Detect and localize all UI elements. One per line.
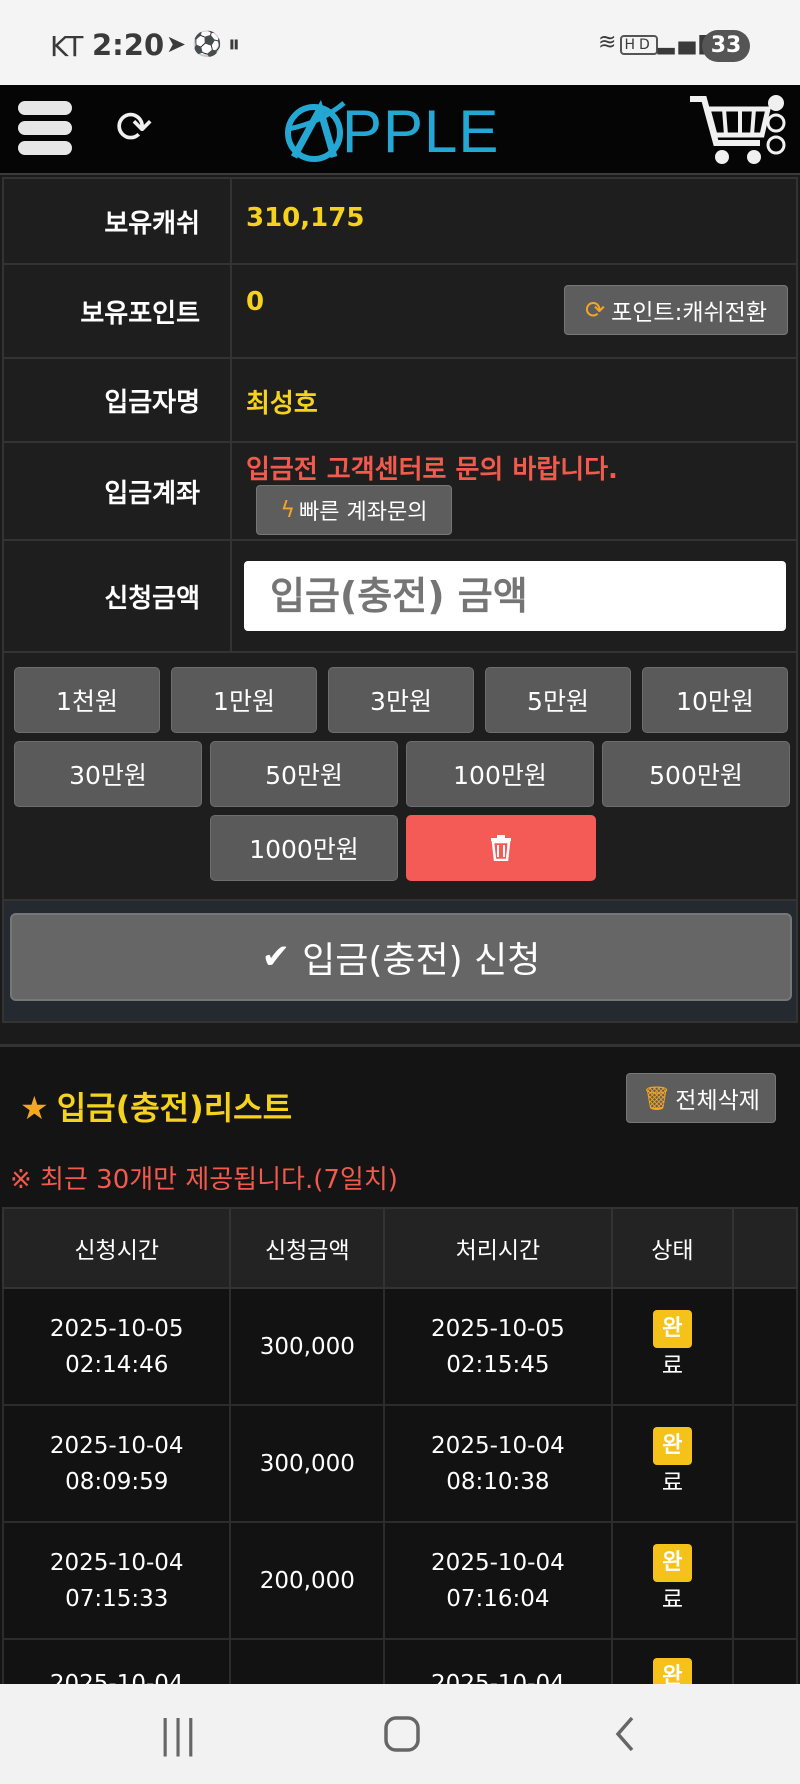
- pause-icon: ⏸: [228, 30, 246, 58]
- column-header-empty: [732, 1207, 798, 1289]
- table-row: 2025-10-04 08:09:59 300,000 2025-10-04 08:…: [1, 1404, 798, 1523]
- cash-value: 310,175: [246, 203, 365, 233]
- home-icon[interactable]: [372, 1714, 432, 1754]
- logo[interactable]: PPLE: [280, 95, 530, 167]
- process-time-cell: 2025-10-04 08:10:38: [383, 1404, 613, 1523]
- app-header: ⟳ PPLE: [0, 85, 800, 175]
- carrier-label: KT: [50, 30, 84, 63]
- deposit-history-table: 신청시간 신청금액 처리시간 상태 2025-10-05 02:14:46 300…: [1, 1207, 798, 1757]
- deposit-list-section: ★ 입금(충전)리스트 🗑 전체삭제 ※ 최근 30개만 제공됩니다.(7일치) …: [0, 1044, 800, 1757]
- recent-apps-icon[interactable]: |||: [148, 1714, 208, 1754]
- deposit-list-title: ★ 입금(충전)리스트: [20, 1083, 292, 1129]
- status-badge-tail: 료: [661, 1586, 683, 1613]
- cash-row: 보유캐쉬 310,175: [4, 179, 796, 265]
- status-cell: 완료: [610, 1404, 735, 1523]
- telegram-icon: ➤: [166, 30, 193, 58]
- point-convert-button[interactable]: ⟳ 포인트:캐쉬전환: [564, 285, 788, 335]
- amount-button-10m[interactable]: 1000만원: [210, 815, 398, 881]
- wifi-icon: ≋: [598, 30, 621, 55]
- account-notice: 입금전 고객센터로 문의 바랍니다.: [246, 455, 618, 485]
- refresh-icon: ⟳: [585, 296, 606, 324]
- status-badge: 완: [653, 1309, 692, 1348]
- back-icon[interactable]: [596, 1714, 656, 1754]
- check-icon: ✔: [261, 937, 291, 977]
- request-time-cell: 2025-10-04 07:15:33: [1, 1521, 232, 1640]
- cart-icon[interactable]: [688, 91, 788, 169]
- empty-cell: [732, 1287, 798, 1406]
- depositor-value: 최성호: [246, 389, 318, 419]
- trash-icon: [491, 835, 511, 861]
- amount-button-300k[interactable]: 30만원: [14, 741, 202, 807]
- trash-icon: 🗑: [642, 1085, 672, 1112]
- table-row: 2025-10-04 07:15:33 200,000 2025-10-04 07:…: [1, 1521, 798, 1640]
- amount-input[interactable]: [244, 561, 786, 631]
- process-time-cell: 2025-10-05 02:15:45: [383, 1287, 613, 1406]
- column-header: 처리시간: [383, 1207, 613, 1289]
- deposit-submit-label: 입금(충전) 신청: [302, 940, 541, 981]
- amount-button-5m[interactable]: 500만원: [602, 741, 790, 807]
- star-icon: ★: [20, 1089, 49, 1127]
- refresh-icon[interactable]: ⟳: [112, 103, 156, 153]
- account-inquiry-button[interactable]: ϟ 빠른 계좌문의: [256, 485, 452, 535]
- delete-all-label: 전체삭제: [675, 1088, 760, 1114]
- deposit-submit-button[interactable]: ✔ 입금(충전) 신청: [10, 913, 792, 1001]
- status-bar: KT 2:20 ➤⚽⏸ ≋ HD ▂▄▆ 33: [0, 0, 800, 85]
- quick-amount-buttons: 1천원 1만원 3만원 5만원 10만원 30만원 50만원 100만원 500…: [4, 653, 796, 901]
- status-badge: 완: [653, 1426, 692, 1465]
- logo-emblem-icon: [285, 99, 346, 162]
- menu-icon[interactable]: [18, 101, 72, 159]
- account-row: 입금계좌 입금전 고객센터로 문의 바랍니다. ϟ 빠른 계좌문의: [4, 443, 796, 541]
- notification-icons: ➤⚽⏸: [166, 30, 246, 58]
- amount-cell: 200,000: [229, 1521, 386, 1640]
- amount-cell: 300,000: [229, 1404, 386, 1523]
- battery-icon: 33: [702, 30, 750, 62]
- column-header: 신청시간: [1, 1207, 232, 1289]
- point-row: 보유포인트 0 ⟳ 포인트:캐쉬전환: [4, 265, 796, 359]
- account-label: 입금계좌: [4, 443, 232, 539]
- cash-label: 보유캐쉬: [4, 179, 232, 263]
- amount-button-10k[interactable]: 1만원: [171, 667, 317, 733]
- point-value: 0: [246, 287, 265, 317]
- table-header: 신청시간 신청금액 처리시간 상태: [1, 1207, 798, 1289]
- amount-label: 신청금액: [4, 541, 232, 651]
- logo-text: PPLE: [342, 98, 500, 165]
- amount-button-100k[interactable]: 10만원: [642, 667, 788, 733]
- deposit-form: 보유캐쉬 310,175 보유포인트 0 ⟳ 포인트:캐쉬전환 입금자명 최성호…: [2, 177, 798, 1023]
- clock: 2:20: [92, 28, 165, 62]
- amount-button-50k[interactable]: 5만원: [485, 667, 631, 733]
- delete-all-button[interactable]: 🗑 전체삭제: [626, 1073, 776, 1123]
- amount-button-500k[interactable]: 50만원: [210, 741, 398, 807]
- process-time-cell: 2025-10-04 07:16:04: [383, 1521, 613, 1640]
- amount-button-30k[interactable]: 3만원: [328, 667, 474, 733]
- status-badge: 완: [653, 1543, 692, 1582]
- hd-icon: HD: [620, 35, 658, 55]
- status-cell: 완료: [610, 1521, 735, 1640]
- amount-cell: 300,000: [229, 1287, 386, 1406]
- table-row: 2025-10-05 02:14:46 300,000 2025-10-05 02:…: [1, 1287, 798, 1406]
- bolt-icon: ϟ: [280, 497, 296, 523]
- amount-clear-button[interactable]: [406, 815, 596, 881]
- system-nav-bar: |||: [0, 1684, 800, 1784]
- status-cell: 완료: [610, 1287, 735, 1406]
- account-inquiry-label: 빠른 계좌문의: [299, 500, 428, 525]
- point-convert-label: 포인트:캐쉬전환: [611, 300, 767, 326]
- depositor-row: 입금자명 최성호: [4, 359, 796, 443]
- column-header: 상태: [610, 1207, 735, 1289]
- column-header: 신청금액: [229, 1207, 386, 1289]
- empty-cell: [732, 1404, 798, 1523]
- soccer-icon: ⚽: [192, 30, 228, 58]
- submit-area: ✔ 입금(충전) 신청: [4, 901, 796, 1021]
- amount-button-1m[interactable]: 100만원: [406, 741, 594, 807]
- list-notice: ※ 최근 30개만 제공됩니다.(7일치): [10, 1165, 398, 1195]
- amount-row: 신청금액: [4, 541, 796, 653]
- deposit-list-title-text: 입금(충전)리스트: [56, 1089, 293, 1127]
- amount-button-1k[interactable]: 1천원: [14, 667, 160, 733]
- request-time-cell: 2025-10-05 02:14:46: [1, 1287, 232, 1406]
- point-label: 보유포인트: [4, 265, 232, 357]
- request-time-cell: 2025-10-04 08:09:59: [1, 1404, 232, 1523]
- status-badge-tail: 료: [661, 1469, 683, 1496]
- depositor-label: 입금자명: [4, 359, 232, 441]
- empty-cell: [732, 1521, 798, 1640]
- status-badge-tail: 료: [661, 1352, 683, 1379]
